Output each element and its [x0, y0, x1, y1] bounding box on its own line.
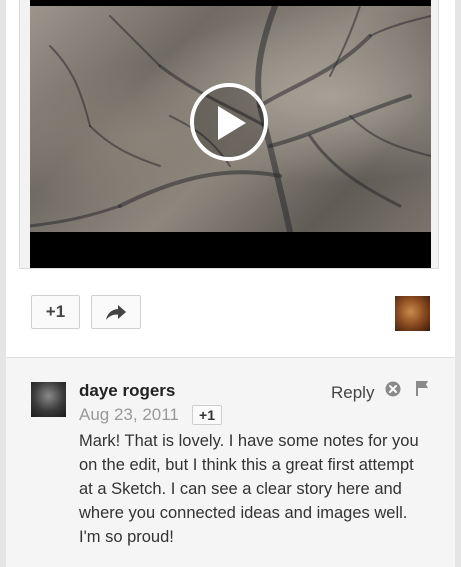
share-button[interactable]: [91, 295, 141, 329]
comment-author-name[interactable]: daye rogers: [79, 381, 175, 401]
plus-one-button[interactable]: +1: [31, 295, 80, 329]
post-owner-avatar[interactable]: [395, 296, 430, 331]
play-icon: [218, 106, 246, 140]
plus-one-label: +1: [45, 302, 66, 321]
comment-date[interactable]: Aug 23, 2011: [79, 405, 179, 425]
comment-body: Mark! That is lovely. I have some notes …: [79, 432, 419, 546]
comment-plus-one-button[interactable]: +1: [192, 405, 222, 425]
comment-author-avatar[interactable]: [31, 382, 66, 417]
play-button[interactable]: [190, 83, 268, 161]
comments-section: daye rogers Aug 23, 2011 +1 Reply Mark! …: [6, 358, 455, 567]
share-arrow-icon: [106, 305, 126, 320]
flag-icon[interactable]: [415, 380, 429, 396]
video-container: [19, 0, 439, 269]
reply-button[interactable]: Reply: [331, 383, 374, 403]
post-card: +1 daye rogers Aug 23, 2011 +1 Reply Mar…: [6, 0, 455, 567]
video-thumbnail[interactable]: [30, 6, 431, 232]
video-player[interactable]: [30, 0, 431, 268]
remove-circle-icon[interactable]: [385, 381, 401, 397]
